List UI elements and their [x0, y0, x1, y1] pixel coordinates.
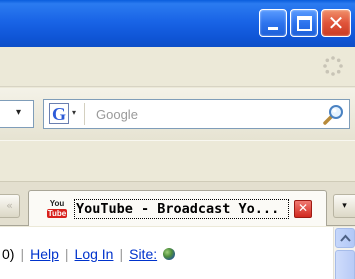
tab-strip: « You Tube YouTube - Broadcast Yo... ✕ ▾ — [0, 182, 355, 226]
menu-bar — [0, 47, 355, 87]
scroll-up-button[interactable] — [335, 228, 355, 248]
maximize-button[interactable] — [290, 9, 318, 37]
search-engine-selector[interactable]: G ▾ — [47, 103, 85, 125]
scroll-thumb[interactable] — [335, 250, 355, 279]
link-separator: | — [119, 246, 124, 262]
minimize-icon — [268, 27, 278, 30]
partial-text: 0) — [2, 246, 15, 262]
search-box: G ▾ — [43, 99, 350, 129]
window-titlebar: ✕ — [0, 0, 355, 47]
google-engine-icon: G — [49, 103, 69, 124]
help-link[interactable]: Help — [30, 246, 59, 262]
tab-title: YouTube - Broadcast Yo... — [74, 199, 289, 219]
tab-close-button[interactable]: ✕ — [294, 200, 312, 218]
tab-scroll-left-button[interactable]: « — [0, 194, 20, 218]
tab-list-button[interactable]: ▾ — [333, 194, 355, 218]
globe-icon[interactable] — [163, 248, 176, 260]
favicon-you-text: You — [49, 199, 65, 208]
navigation-toolbar: ▾ G ▾ — [0, 88, 355, 140]
link-separator: | — [64, 246, 69, 262]
minimize-button[interactable] — [259, 9, 287, 37]
tab-youtube[interactable]: You Tube YouTube - Broadcast Yo... ✕ — [28, 190, 327, 226]
chevron-up-icon — [340, 234, 351, 242]
search-input[interactable] — [96, 104, 296, 124]
close-icon: ✕ — [327, 11, 345, 35]
favicon-tube-text: Tube — [47, 209, 67, 218]
magnifier-icon[interactable] — [321, 103, 345, 127]
page-header-links: 0) | Help | Log In | Site: — [2, 245, 176, 265]
youtube-favicon-icon: You Tube — [46, 199, 68, 219]
maximize-icon — [297, 16, 312, 31]
chevron-down-icon: ▾ — [16, 107, 22, 118]
login-link[interactable]: Log In — [75, 246, 114, 262]
loading-throbber-icon — [323, 56, 343, 76]
vertical-scrollbar[interactable] — [333, 227, 355, 279]
link-separator: | — [20, 246, 25, 262]
url-history-dropdown[interactable]: ▾ — [0, 100, 34, 128]
site-link[interactable]: Site: — [129, 246, 157, 262]
page-content: 0) | Help | Log In | Site: — [0, 227, 333, 279]
bookmarks-toolbar — [0, 140, 355, 182]
close-window-button[interactable]: ✕ — [321, 9, 351, 37]
chevron-down-icon: ▾ — [72, 108, 77, 117]
